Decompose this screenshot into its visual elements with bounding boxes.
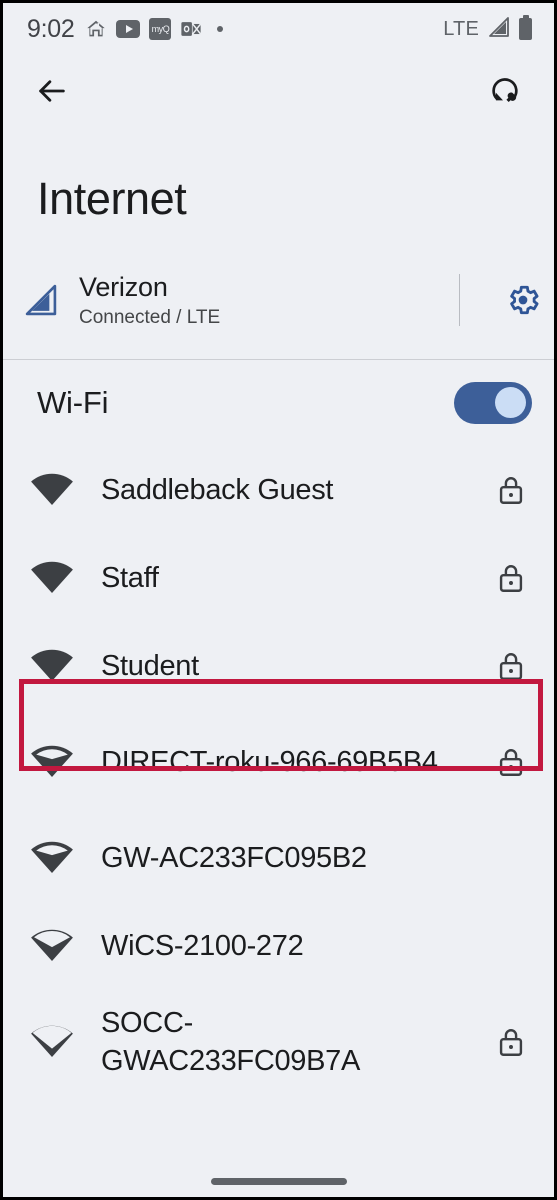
notification-overflow-dot-icon: [217, 26, 224, 32]
list-item-student[interactable]: Student: [3, 622, 554, 710]
wifi-signal-3-icon: [3, 841, 101, 875]
home-icon: [85, 18, 107, 40]
cellular-signal-icon: [487, 16, 511, 43]
status-bar-left: 9:02 myQ: [27, 15, 443, 44]
outlook-icon: [180, 18, 202, 40]
network-ssid: Saddleback Guest: [101, 474, 334, 507]
wifi-signal-2-icon: [3, 929, 101, 963]
list-item[interactable]: Staff: [3, 534, 554, 622]
lock-icon: [468, 561, 554, 595]
youtube-icon: [116, 20, 141, 38]
wifi-toggle-row[interactable]: Wi-Fi: [3, 360, 554, 446]
list-item[interactable]: DIRECT-roku-966-69B5B4: [3, 710, 554, 814]
gear-icon[interactable]: [492, 282, 554, 318]
status-bar: 9:02 myQ LTE: [3, 3, 554, 55]
battery-full-icon: [519, 15, 532, 40]
wifi-network-list: Saddleback Guest Staff Student DIRECT-ro…: [3, 446, 554, 1094]
status-bar-right: LTE: [443, 15, 532, 43]
lock-icon: [468, 745, 554, 779]
network-ssid: Student: [101, 650, 199, 683]
network-ssid: SOCC-GWAC233FC09B7A: [101, 1006, 361, 1078]
network-ssid: GW-AC233FC095B2: [101, 842, 367, 875]
page-title: Internet: [37, 173, 187, 224]
phone-screen: 9:02 myQ LTE Internet Verizon Connected …: [0, 0, 557, 1200]
cellular-signal-icon: [3, 283, 79, 317]
list-item[interactable]: Saddleback Guest: [3, 446, 554, 534]
wifi-signal-4-icon: [3, 561, 101, 595]
lock-icon: [468, 1025, 554, 1059]
list-item[interactable]: WiCS-2100-272: [3, 902, 554, 990]
network-ssid: Staff: [101, 562, 159, 595]
lock-icon: [468, 649, 554, 683]
list-item[interactable]: GW-AC233FC095B2: [3, 814, 554, 902]
wifi-label: Wi-Fi: [37, 385, 109, 421]
carrier-text-block: Verizon Connected / LTE: [79, 271, 459, 329]
status-bar-clock: 9:02: [27, 14, 75, 43]
carrier-row[interactable]: Verizon Connected / LTE: [3, 225, 554, 359]
carrier-status: Connected / LTE: [79, 307, 221, 329]
myq-icon: myQ: [149, 18, 172, 40]
wifi-signal-1-icon: [3, 1025, 101, 1059]
carrier-divider: [459, 274, 460, 327]
reset-network-settings-icon[interactable]: [482, 68, 528, 114]
list-item[interactable]: SOCC-GWAC233FC09B7A: [3, 990, 554, 1094]
network-ssid: DIRECT-roku-966-69B5B4: [101, 746, 438, 779]
wifi-signal-3-icon: [3, 745, 101, 779]
wifi-toggle-switch[interactable]: [454, 382, 532, 425]
home-gesture-bar[interactable]: [210, 1178, 347, 1185]
lock-icon: [468, 473, 554, 507]
network-type-label: LTE: [443, 17, 479, 40]
back-arrow-icon[interactable]: [29, 68, 75, 114]
wifi-signal-4-icon: [3, 649, 101, 683]
wifi-signal-4-icon: [3, 473, 101, 507]
carrier-name: Verizon: [79, 272, 168, 302]
network-ssid: WiCS-2100-272: [101, 930, 304, 963]
app-bar: [3, 55, 554, 127]
